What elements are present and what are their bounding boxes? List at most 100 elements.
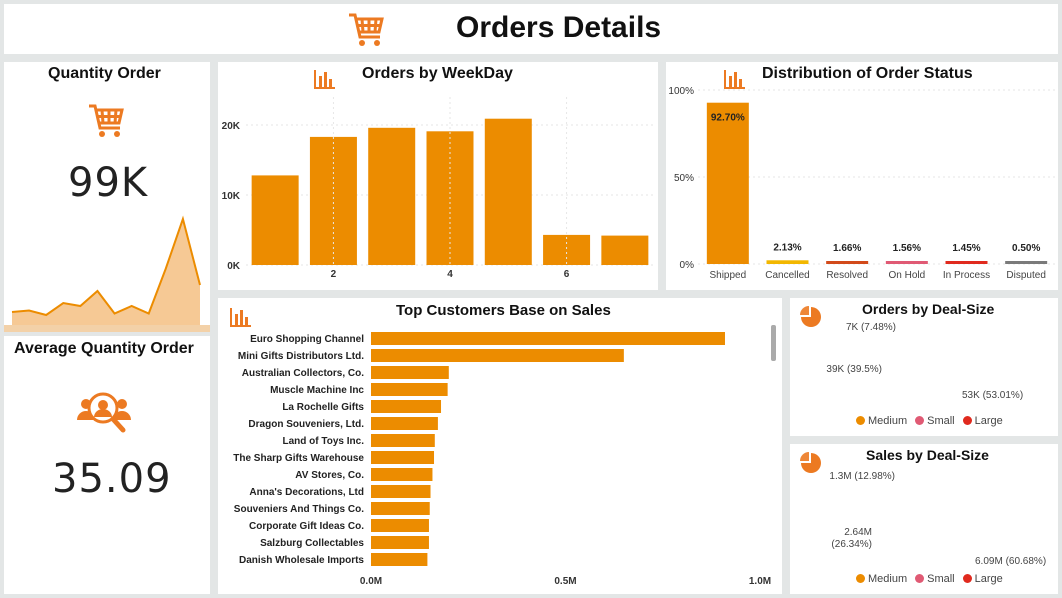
customer-label: Euro Shopping Channel xyxy=(250,334,364,345)
y-tick-label: 50% xyxy=(674,173,694,184)
cart-icon xyxy=(346,9,386,54)
status-bar xyxy=(826,261,869,264)
x-tick-label: 2 xyxy=(331,269,337,280)
x-tick-label: 1.0M xyxy=(749,576,771,587)
page-title: Orders Details xyxy=(456,11,662,44)
weekday-bar xyxy=(368,127,416,265)
weekday-bar xyxy=(601,235,649,265)
average-quantity-card: Average Quantity Order 35.09 xyxy=(4,336,210,594)
pie-data-label: 39K (39.5%) xyxy=(826,364,882,375)
customer-label: Salzburg Collectables xyxy=(260,538,364,549)
x-tick-label: 6 xyxy=(564,269,570,280)
pie-data-label: 1.3M (12.98%) xyxy=(829,471,895,482)
y-tick-label: 10K xyxy=(222,191,241,202)
status-chart: 0% 50% 100% 92.70% Shipped 2.13% Cancelled 1.66… xyxy=(668,86,1056,281)
customer-bar xyxy=(371,383,448,396)
quantity-order-card: Quantity Order 99K xyxy=(4,62,210,332)
legend-medium[interactable]: Medium xyxy=(856,573,907,585)
customer-label: The Sharp Gifts Warehouse xyxy=(233,453,364,464)
legend-small[interactable]: Small xyxy=(915,573,955,585)
status-category-label: In Process xyxy=(943,270,990,281)
weekday-bar xyxy=(251,175,299,265)
orders-deal-legend: Medium Small Large xyxy=(856,415,1003,427)
status-bar xyxy=(766,260,809,264)
customer-label: La Rochelle Gifts xyxy=(282,402,364,413)
customer-label: Mini Gifts Distributors Ltd. xyxy=(238,351,364,362)
status-data-label: 0.50% xyxy=(1012,243,1040,254)
status-data-label: 1.66% xyxy=(833,243,861,254)
status-data-label: 2.13% xyxy=(773,242,801,253)
header-bar: Orders Details xyxy=(4,4,1058,54)
quantity-order-title: Quantity Order xyxy=(48,65,161,82)
y-tick-label: 0K xyxy=(227,261,241,272)
customer-bar xyxy=(371,349,624,362)
status-bar xyxy=(706,102,749,264)
scrollbar-thumb[interactable] xyxy=(771,325,776,361)
x-tick-label: 0.5M xyxy=(554,576,576,587)
weekday-chart: 0K 10K 20K 2 4 6 xyxy=(222,97,654,280)
legend-medium[interactable]: Medium xyxy=(856,415,907,427)
status-category-label: Disputed xyxy=(1006,270,1045,281)
customer-bar xyxy=(371,332,725,345)
status-data-label: 92.70% xyxy=(711,113,745,124)
pie-data-label: (26.34%) xyxy=(831,539,872,550)
customer-bar xyxy=(371,519,429,532)
status-bar xyxy=(945,261,988,264)
sales-deal-legend: Medium Small Large xyxy=(856,573,1003,585)
customer-label: Danish Wholesale Imports xyxy=(239,555,364,566)
customer-bar xyxy=(371,502,430,515)
customers-chart: Euro Shopping Channel Mini Gifts Distribu… xyxy=(233,332,771,587)
top-customers-panel: Top Customers Base on Sales Euro Shoppin… xyxy=(218,298,782,594)
sales-deal-pie: 6.09M (60.68%) 2.64M(26.34%) 1.3M (12.98%) xyxy=(829,471,1046,567)
y-tick-label: 20K xyxy=(222,121,241,132)
quantity-order-value: 99K xyxy=(68,160,149,206)
customer-bar xyxy=(371,485,431,498)
customer-label: AV Stores, Co. xyxy=(295,470,364,481)
legend-small[interactable]: Small xyxy=(915,415,955,427)
customer-bar xyxy=(371,417,438,430)
customer-label: Muscle Machine Inc xyxy=(270,385,364,396)
status-category-label: Shipped xyxy=(709,270,746,281)
weekday-bar xyxy=(484,118,532,265)
average-quantity-value: 35.09 xyxy=(52,456,172,502)
average-quantity-title: Average Quantity Order xyxy=(14,340,194,357)
y-tick-label: 0% xyxy=(680,260,695,271)
customer-label: Australian Collectors, Co. xyxy=(242,368,364,379)
x-tick-label: 4 xyxy=(447,269,453,280)
cart-icon xyxy=(86,100,126,145)
customer-bar xyxy=(371,553,428,566)
pie-data-label: 53K (53.01%) xyxy=(962,390,1023,401)
customer-bar xyxy=(371,366,449,379)
status-category-label: Cancelled xyxy=(765,270,809,281)
quantity-sparkline xyxy=(4,215,210,332)
orders-deal-size-panel: Orders by Deal-Size 53K (53.01%) 39K (39.… xyxy=(790,298,1058,436)
customer-bar xyxy=(371,536,429,549)
customer-bar xyxy=(371,451,435,464)
x-tick-label: 0.0M xyxy=(360,576,382,587)
pie-data-label: 2.64M xyxy=(844,527,872,538)
legend-large[interactable]: Large xyxy=(962,573,1003,585)
order-status-panel: Distribution of Order Status 0% 50% 100% 92… xyxy=(666,62,1058,290)
orders-by-weekday-panel: Orders by WeekDay 0K 10K 20K 2 4 6 xyxy=(218,62,658,290)
customer-label: Land of Toys Inc. xyxy=(283,436,365,447)
status-data-label: 1.56% xyxy=(893,243,921,254)
sparkline-baseline xyxy=(4,325,210,332)
customer-bar xyxy=(371,434,435,447)
status-category-label: On Hold xyxy=(888,270,925,281)
customer-label: Corporate Gift Ideas Co. xyxy=(249,521,364,532)
customer-label: Souveniers And Things Co. xyxy=(234,504,364,515)
weekday-bar xyxy=(309,136,357,265)
status-category-label: Resolved xyxy=(826,270,868,281)
customer-label: Anna's Decorations, Ltd xyxy=(249,487,364,498)
customer-bar xyxy=(371,400,442,413)
sales-deal-size-panel: Sales by Deal-Size 6.09M (60.68%) 2.64M (2… xyxy=(790,444,1058,594)
sparkline-area xyxy=(12,219,200,327)
legend-large[interactable]: Large xyxy=(962,415,1003,427)
weekday-bar xyxy=(543,234,591,265)
status-bar xyxy=(885,261,928,264)
pie-data-label: 7K (7.48%) xyxy=(846,322,896,333)
status-data-label: 1.45% xyxy=(952,243,980,254)
users-search-icon xyxy=(76,390,132,441)
pie-data-label: 6.09M (60.68%) xyxy=(975,556,1046,567)
status-bar xyxy=(1005,261,1048,264)
